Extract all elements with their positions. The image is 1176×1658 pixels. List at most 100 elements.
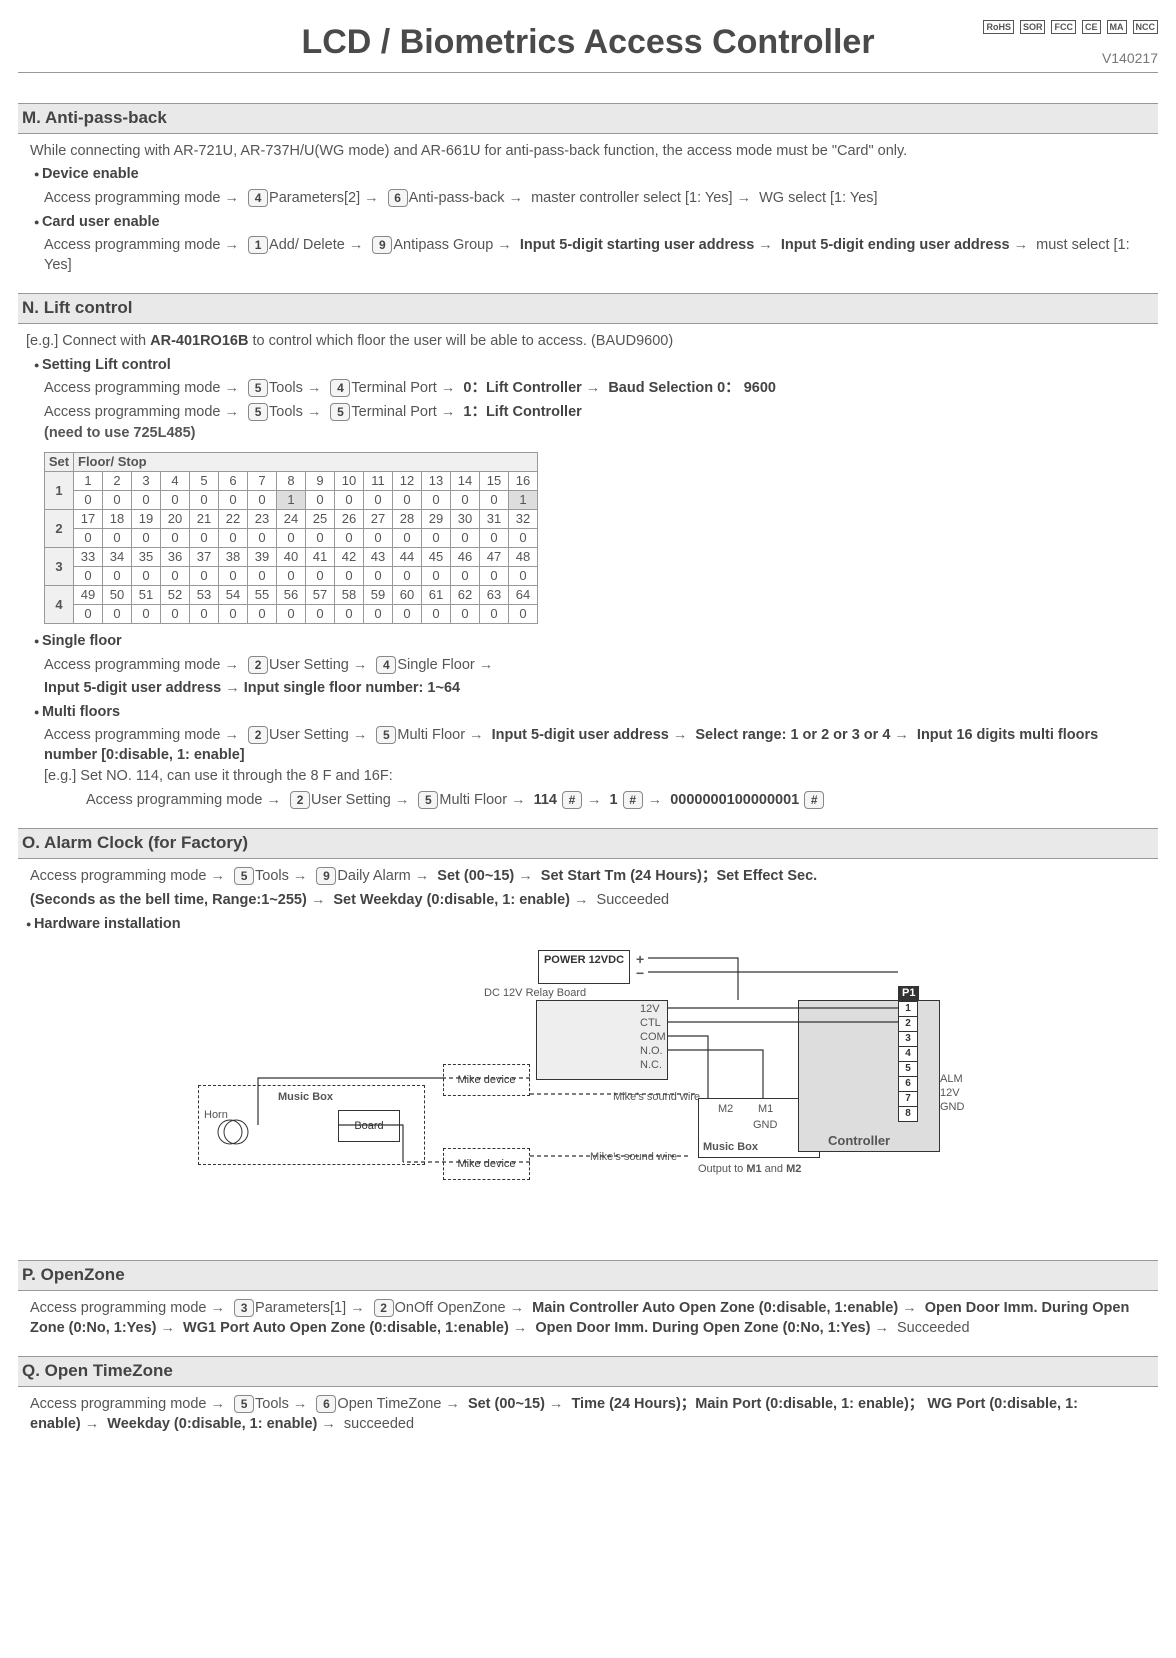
text: Parameters[1] (255, 1300, 346, 1316)
pgnd-label: GND (940, 1100, 964, 1115)
text: Access programming mode (30, 868, 207, 884)
n-note: (need to use 725L485) (26, 424, 1150, 444)
text: Anti-pass-back (409, 190, 505, 206)
text: Input 5-digit ending user address (781, 237, 1010, 253)
text: OnOff OpenZone (395, 1300, 506, 1316)
relay-com: COM (640, 1030, 666, 1045)
mike-wire-1: Mike's sound wire (613, 1090, 700, 1105)
key-hash: # (562, 791, 582, 809)
m-step-1: Access programming mode 4Parameters[2] 6… (26, 189, 1150, 209)
text: (Seconds as the bell time, Range:1~255) (30, 892, 307, 908)
p1-label: P1 (898, 986, 919, 1001)
p-step-1: Access programming mode 3Parameters[1] 2… (26, 1299, 1150, 1338)
text: Tools (269, 380, 303, 396)
o-bullet-hw: Hardware installation (26, 915, 1150, 935)
key-5: 5 (248, 403, 268, 421)
text: Access programming mode (44, 727, 221, 743)
section-q-heading: Q. Open TimeZone (18, 1356, 1158, 1387)
alm-label: ALM (940, 1072, 963, 1087)
key-2: 2 (374, 1299, 394, 1317)
text: Baud Selection 0： 9600 (608, 380, 776, 396)
n-bullet-multi: Multi floors (26, 703, 1150, 723)
section-o-heading: O. Alarm Clock (for Factory) (18, 828, 1158, 859)
cert-badge: NCC (1133, 20, 1159, 34)
page-header: RoHS SOR FCC CE MA NCC LCD / Biometrics … (18, 20, 1158, 73)
cert-badge: MA (1107, 20, 1127, 34)
musicbox-r-label: Music Box (703, 1140, 758, 1155)
text: Access programming mode (30, 1396, 207, 1412)
section-n-heading: N. Lift control (18, 293, 1158, 324)
section-m-heading: M. Anti-pass-back (18, 103, 1158, 134)
text: Access programming mode (44, 404, 221, 420)
key-2: 2 (248, 656, 268, 674)
power-box: POWER 12VDC (538, 950, 630, 984)
key-hash: # (804, 791, 824, 809)
m1-label: M1 (758, 1102, 773, 1117)
text: Weekday (0:disable, 1: enable) (107, 1416, 317, 1432)
m-bullet-card: Card user enable (26, 213, 1150, 233)
key-5: 5 (418, 791, 438, 809)
key-5: 5 (376, 726, 396, 744)
text: Succeeded (897, 1320, 970, 1336)
m-step-2: Access programming mode 1Add/ Delete 9An… (26, 236, 1150, 275)
text: Open TimeZone (337, 1396, 441, 1412)
key-6: 6 (388, 189, 408, 207)
text: Input 5-digit starting user address (520, 237, 754, 253)
n-step-2: Access programming mode 5Tools 5Terminal… (26, 403, 1150, 423)
text: User Setting (269, 727, 349, 743)
text: 0：Lift Controller (463, 380, 581, 396)
output-label: Output to M1 and M2 (698, 1162, 801, 1177)
relay-label: DC 12V Relay Board (484, 986, 586, 1001)
m2-label: M2 (718, 1102, 733, 1117)
text: Access programming mode (86, 792, 263, 808)
text: Input single floor number: 1~64 (244, 680, 460, 696)
text: Access programming mode (44, 380, 221, 396)
text: 0000000100000001 (670, 792, 799, 808)
key-9: 9 (372, 236, 392, 254)
key-hash: # (623, 791, 643, 809)
text: (need to use 725L485) (44, 425, 196, 441)
key-9: 9 (316, 867, 336, 885)
text: 1 (610, 792, 618, 808)
section-m-intro: While connecting with AR-721U, AR-737H/U… (26, 142, 1150, 162)
text: succeeded (344, 1416, 414, 1432)
text: [e.g.] Connect with (26, 333, 150, 349)
text: Tools (255, 1396, 289, 1412)
n-step-5: Access programming mode 2User Setting 5M… (26, 791, 1150, 811)
text: Multi Floor (439, 792, 507, 808)
text: Open Door Imm. During Open Zone (0:No, 1… (535, 1320, 870, 1336)
cert-badge: SOR (1020, 20, 1046, 34)
text: Daily Alarm (337, 868, 410, 884)
text: Terminal Port (351, 404, 436, 420)
key-3: 3 (234, 1299, 254, 1317)
musicbox-l-label: Music Box (278, 1090, 333, 1105)
relay-ctl: CTL (640, 1016, 661, 1031)
mike-device-1: Mike device (443, 1064, 530, 1096)
key-5: 5 (234, 867, 254, 885)
key-4: 4 (376, 656, 396, 674)
cert-badges: RoHS SOR FCC CE MA NCC (983, 20, 1158, 34)
key-5: 5 (330, 403, 350, 421)
text: Input 5-digit user address (492, 727, 669, 743)
text: Select range: 1 or 2 or 3 or 4 (695, 727, 890, 743)
cert-badge: FCC (1051, 20, 1076, 34)
text: Tools (269, 404, 303, 420)
text: User Setting (269, 657, 349, 673)
controller-label: Controller (828, 1132, 890, 1150)
text: master controller select [1: Yes] (531, 190, 733, 206)
text: Main Controller Auto Open Zone (0:disabl… (532, 1300, 898, 1316)
text: 114 (534, 792, 557, 808)
key-1: 1 (248, 236, 268, 254)
text: Input 5-digit user address (44, 680, 221, 696)
text: Access programming mode (30, 1300, 207, 1316)
text: Antipass Group (393, 237, 493, 253)
relay-no: N.O. (640, 1044, 663, 1059)
text: Single Floor (397, 657, 474, 673)
o-step-1: Access programming mode 5Tools 9Daily Al… (26, 867, 1150, 887)
board-box: Board (338, 1110, 400, 1142)
key-5: 5 (234, 1395, 254, 1413)
minus-label: − (636, 964, 644, 983)
text: POWER 12VDC (544, 954, 624, 966)
text: Time (24 Hours)；Main Port (0:disable, 1:… (571, 1396, 923, 1412)
key-4: 4 (330, 379, 350, 397)
